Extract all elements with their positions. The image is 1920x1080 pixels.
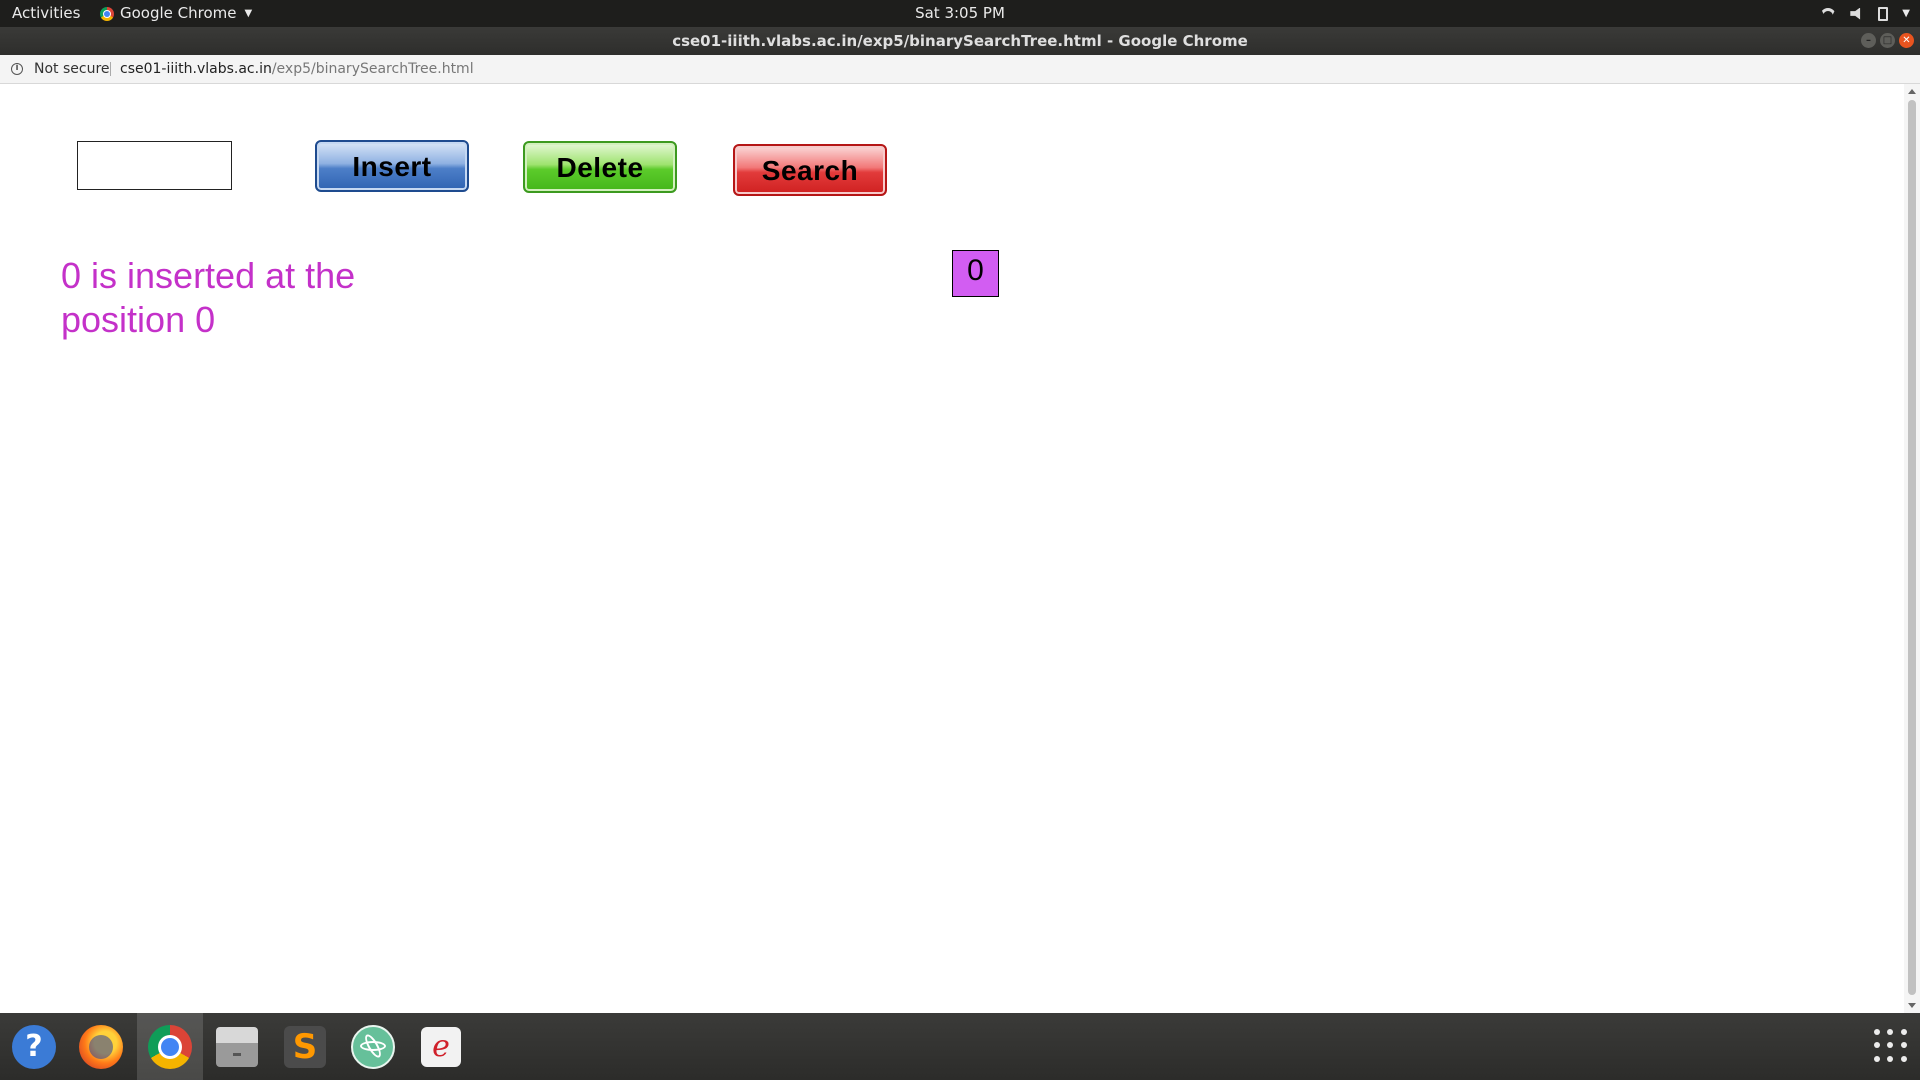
url-path: /exp5/binarySearchTree.html bbox=[271, 61, 474, 77]
dock: ? S e bbox=[0, 1013, 1920, 1080]
minimize-icon[interactable]: – bbox=[1861, 33, 1876, 48]
delete-button[interactable]: Delete bbox=[523, 141, 677, 193]
atom-icon bbox=[351, 1024, 395, 1069]
vertical-scrollbar[interactable] bbox=[1904, 84, 1920, 1013]
info-icon[interactable]: i bbox=[11, 63, 23, 75]
chevron-down-icon[interactable]: ▼ bbox=[1902, 0, 1910, 27]
activities-button[interactable]: Activities bbox=[12, 0, 80, 27]
security-indicator[interactable]: Not secure bbox=[34, 55, 110, 83]
search-button[interactable]: Search bbox=[733, 144, 887, 196]
sublime-text-icon: S bbox=[284, 1025, 326, 1068]
files-icon bbox=[216, 1026, 258, 1067]
chrome-icon bbox=[148, 1024, 192, 1069]
text-editor-icon: e bbox=[421, 1026, 461, 1067]
app-menu-label: Google Chrome bbox=[120, 4, 237, 22]
close-icon[interactable]: ✕ bbox=[1899, 33, 1914, 48]
divider bbox=[110, 62, 111, 76]
scroll-down-icon[interactable] bbox=[1908, 1003, 1916, 1008]
firefox-icon bbox=[79, 1024, 123, 1069]
clock: Sat 3:05 PM bbox=[915, 4, 1005, 22]
value-input[interactable] bbox=[77, 141, 232, 190]
chevron-down-icon: ▼ bbox=[244, 8, 253, 19]
window-title: cse01-iiith.vlabs.ac.in/exp5/binarySearc… bbox=[672, 32, 1248, 50]
scroll-up-icon[interactable] bbox=[1908, 89, 1916, 94]
window-controls: – □ ✕ bbox=[1861, 33, 1914, 48]
address-bar[interactable]: i Not secure cse01-iiith.vlabs.ac.in/exp… bbox=[0, 55, 1920, 84]
chrome-icon bbox=[100, 6, 114, 21]
url-text[interactable]: cse01-iiith.vlabs.ac.in/exp5/binarySearc… bbox=[120, 55, 474, 83]
battery-icon[interactable] bbox=[1878, 6, 1889, 21]
dock-item-help[interactable]: ? bbox=[1, 1013, 67, 1080]
dock-item-chrome[interactable] bbox=[137, 1013, 203, 1080]
volume-icon[interactable] bbox=[1850, 7, 1861, 20]
app-menu[interactable]: Google Chrome ▼ bbox=[100, 0, 252, 27]
maximize-icon[interactable]: □ bbox=[1880, 33, 1895, 48]
wifi-icon[interactable] bbox=[1820, 8, 1836, 20]
status-message: 0 is inserted at the position 0 bbox=[61, 255, 356, 340]
system-top-bar: Activities Google Chrome ▼ Sat 3:05 PM ▼ bbox=[0, 0, 1920, 27]
tree-node-root: 0 bbox=[952, 250, 999, 297]
dock-item-sublime-text[interactable]: S bbox=[272, 1013, 338, 1080]
scrollbar-thumb[interactable] bbox=[1908, 100, 1916, 995]
dock-item-files[interactable] bbox=[204, 1013, 270, 1080]
system-tray[interactable]: ▼ bbox=[1820, 0, 1910, 27]
window-title-bar: cse01-iiith.vlabs.ac.in/exp5/binarySearc… bbox=[0, 27, 1920, 55]
insert-button[interactable]: Insert bbox=[315, 140, 469, 192]
dock-item-text-editor[interactable]: e bbox=[408, 1013, 474, 1080]
page-content: Insert Delete Search 0 is inserted at th… bbox=[0, 84, 1904, 1013]
dock-item-firefox[interactable] bbox=[68, 1013, 134, 1080]
show-applications-icon[interactable] bbox=[1874, 1029, 1908, 1063]
url-host: cse01-iiith.vlabs.ac.in bbox=[120, 61, 272, 77]
help-icon: ? bbox=[12, 1024, 56, 1069]
dock-item-atom[interactable] bbox=[340, 1013, 406, 1080]
